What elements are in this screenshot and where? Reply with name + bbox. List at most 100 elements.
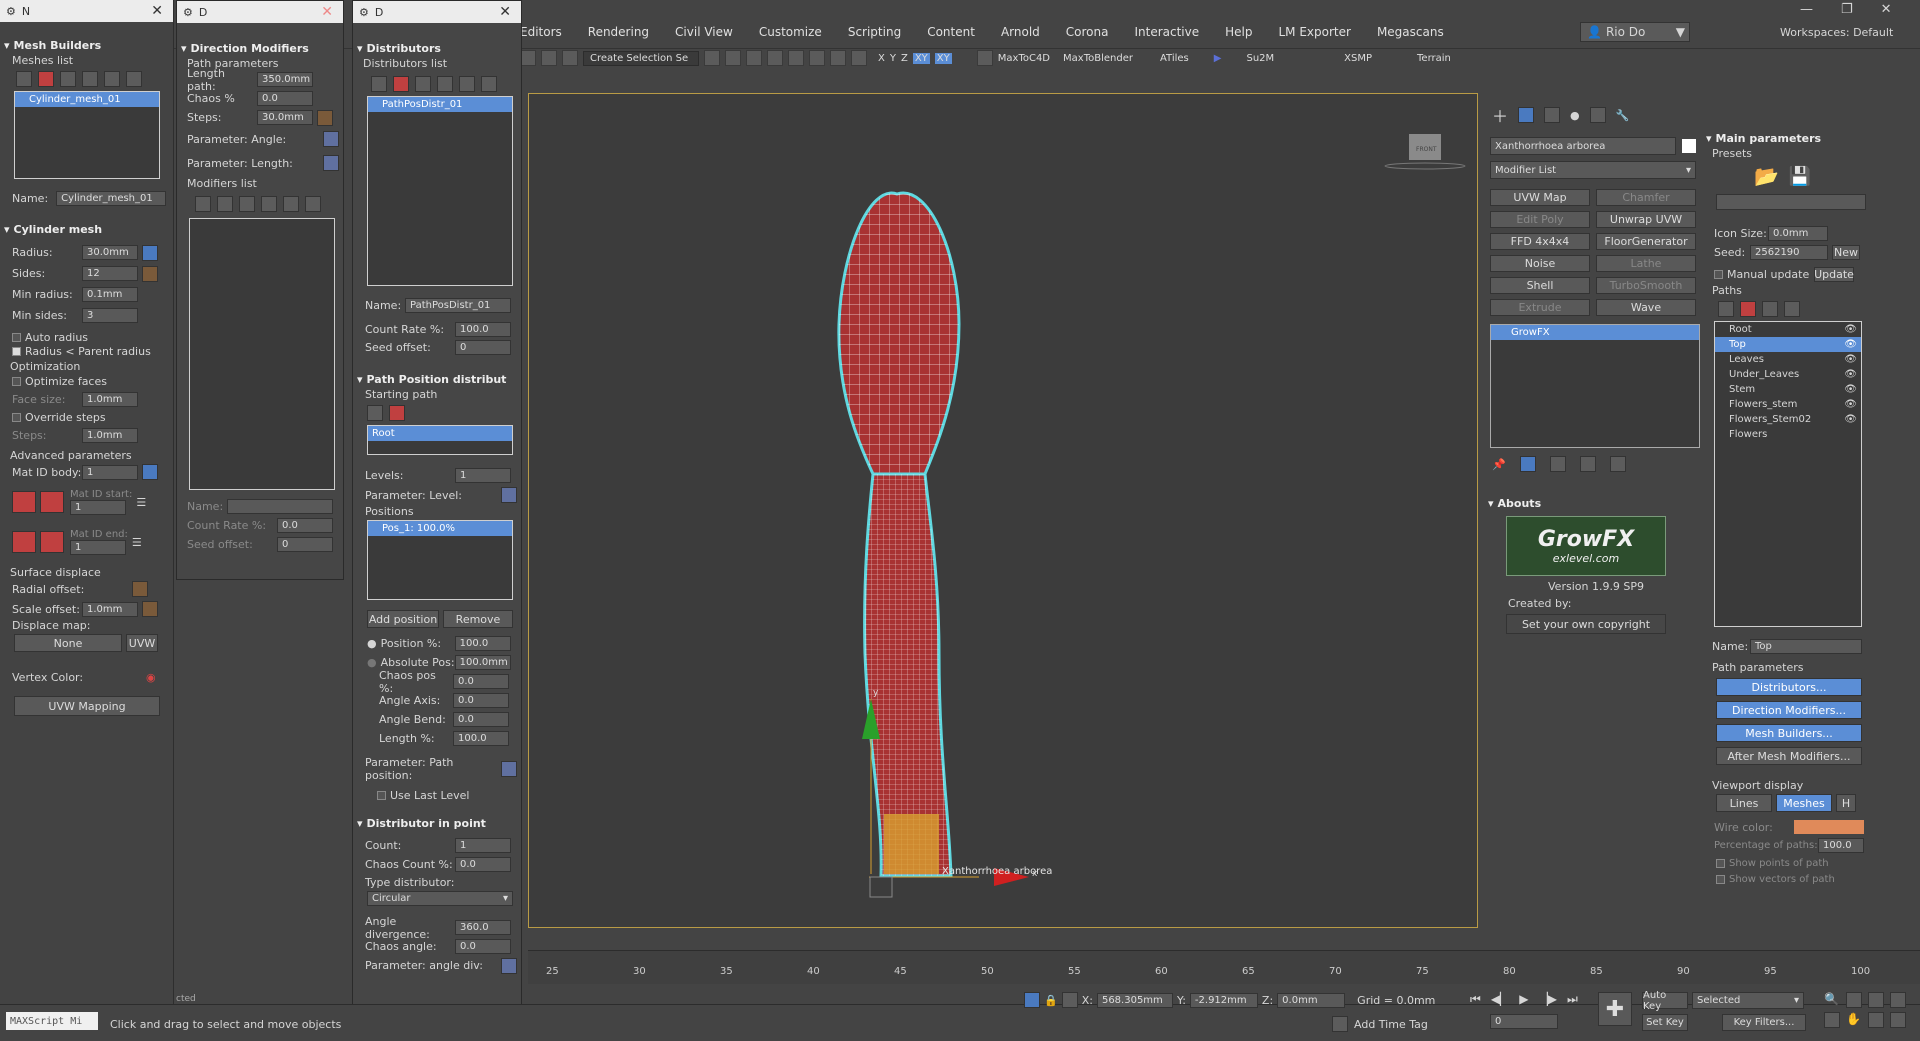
list-item[interactable]: Pos_1: 100.0%: [368, 521, 512, 536]
noise-button[interactable]: Noise: [1490, 255, 1590, 272]
go-to-start-icon[interactable]: ⏮: [1470, 992, 1481, 1007]
extrude-icon[interactable]: [976, 50, 993, 66]
angle-snap-icon[interactable]: [541, 50, 557, 66]
render-setup-icon[interactable]: [809, 50, 825, 66]
manual-update-checkbox[interactable]: Manual update: [1714, 268, 1814, 281]
link-icon[interactable]: [481, 76, 497, 92]
cap-start-icon[interactable]: [12, 491, 36, 513]
section-distributors[interactable]: ▾ Distributors: [353, 39, 521, 57]
field-of-view-icon[interactable]: [1824, 1012, 1840, 1028]
length-path-field[interactable]: 350.0mm: [257, 72, 313, 87]
plugin-xsmp[interactable]: XSMP: [1344, 53, 1372, 64]
su2m-icon[interactable]: ▶: [1214, 53, 1222, 64]
go-to-end-icon[interactable]: ⏭: [1567, 992, 1578, 1007]
icon-size-field[interactable]: 0.0mm: [1768, 226, 1828, 241]
menu-megascans[interactable]: Megascans: [1377, 25, 1444, 39]
remove-modifier-icon[interactable]: [1579, 456, 1596, 472]
lock-icon[interactable]: 🔒: [1044, 994, 1058, 1007]
motion-tab-icon[interactable]: ●: [1570, 109, 1580, 122]
floor-generator-button[interactable]: FloorGenerator: [1596, 233, 1696, 250]
positions-list[interactable]: Pos_1: 100.0%: [367, 520, 513, 600]
add-icon[interactable]: [371, 76, 387, 92]
zoom-icon[interactable]: 🔍: [1824, 992, 1844, 1008]
link-icon[interactable]: [126, 71, 142, 87]
unwrap-uvw-button[interactable]: Unwrap UVW: [1596, 211, 1696, 228]
edit-poly-button[interactable]: Edit Poly: [1490, 211, 1590, 228]
seed-field[interactable]: 2562190: [1750, 245, 1828, 260]
modifiers-list[interactable]: [189, 218, 335, 490]
copy-icon[interactable]: [415, 76, 431, 92]
add-position-button[interactable]: Add position: [367, 610, 439, 628]
h-button[interactable]: H: [1836, 794, 1856, 812]
delete-path-icon[interactable]: [389, 405, 405, 421]
plugin-atiles[interactable]: ATiles: [1160, 53, 1189, 64]
chaos-angle-field[interactable]: 0.0: [455, 939, 511, 954]
paths-list[interactable]: Root 👁 Top 👁 Leaves 👁 Under_Leaves 👁 Stem 👁 F…: [1714, 321, 1862, 627]
paste-icon[interactable]: [261, 196, 277, 212]
show-vectors-checkbox[interactable]: Show vectors of path: [1702, 871, 1920, 887]
section-direction-modifiers[interactable]: ▾ Direction Modifiers: [177, 39, 343, 57]
object-name-field[interactable]: Xanthorrhoea arborea: [1490, 137, 1676, 155]
face-size-field[interactable]: 1.0mm: [82, 391, 138, 407]
count-rate-field[interactable]: 0.0: [277, 518, 333, 533]
add-time-tag[interactable]: Add Time Tag: [1332, 1016, 1428, 1032]
paste-icon[interactable]: [437, 76, 453, 92]
curve-icon[interactable]: [142, 244, 158, 261]
steps-field[interactable]: 1.0mm: [82, 427, 138, 443]
render-icon[interactable]: [851, 50, 867, 66]
hierarchy-tab-icon[interactable]: [1544, 107, 1561, 123]
delete-icon[interactable]: [38, 71, 54, 87]
path-item-leaves[interactable]: Leaves 👁: [1715, 352, 1861, 367]
use-last-level-checkbox[interactable]: Use Last Level: [353, 786, 521, 804]
menu-scripting[interactable]: Scripting: [848, 25, 901, 39]
menu-rendering[interactable]: Rendering: [588, 25, 649, 39]
path-item-flowers-stem[interactable]: Flowers_stem 👁: [1715, 397, 1861, 412]
mat-end-field[interactable]: 1: [70, 540, 126, 555]
path-item-root[interactable]: Root 👁: [1715, 322, 1861, 337]
count-rate-field[interactable]: 100.0: [455, 321, 511, 337]
steps-field[interactable]: 30.0mm: [257, 110, 313, 125]
list-item[interactable]: Cylinder_mesh_01: [15, 92, 159, 107]
radius-field[interactable]: 30.0mm: [82, 245, 138, 260]
eye-icon[interactable]: 👁: [1844, 354, 1857, 365]
zoom-all-icon[interactable]: [1846, 992, 1862, 1008]
update-button[interactable]: Update: [1814, 266, 1854, 282]
paste-path-icon[interactable]: [1784, 301, 1800, 317]
instance-icon[interactable]: [459, 76, 475, 92]
min-sides-field[interactable]: 3: [82, 308, 138, 323]
close-icon[interactable]: ✕: [499, 4, 511, 20]
vertex-color-icon[interactable]: ◉: [146, 671, 156, 684]
orbit-icon[interactable]: [1868, 1012, 1884, 1028]
link-icon[interactable]: [305, 196, 321, 212]
shell-button[interactable]: Shell: [1490, 277, 1590, 294]
x-coord-field[interactable]: 568.305mm: [1096, 992, 1173, 1008]
axis-y-button[interactable]: Y: [890, 53, 896, 64]
percent-snap-icon[interactable]: [562, 50, 578, 66]
next-frame-icon[interactable]: ▕▶: [1539, 992, 1557, 1007]
lathe-button[interactable]: Lathe: [1596, 255, 1696, 272]
set-key-button[interactable]: Set Key: [1642, 1014, 1688, 1031]
wire-color-swatch[interactable]: [1794, 820, 1864, 834]
eye-icon[interactable]: 👁: [1844, 339, 1857, 350]
type-distributor-dropdown[interactable]: Circular ▾: [367, 891, 513, 906]
path-name-field[interactable]: Top: [1750, 638, 1862, 654]
steps-graph-icon[interactable]: [317, 109, 333, 126]
delete-icon[interactable]: [393, 76, 409, 92]
play-icon[interactable]: ▶: [1519, 992, 1528, 1007]
percentage-paths-field[interactable]: 100.0: [1818, 838, 1864, 853]
cap-end-icon[interactable]: [12, 531, 36, 553]
menu-civil-view[interactable]: Civil View: [675, 25, 733, 39]
auto-key-button[interactable]: Auto Key: [1642, 990, 1688, 1012]
length-percent-field[interactable]: 100.0: [453, 731, 509, 746]
copy-path-icon[interactable]: [1762, 301, 1778, 317]
maximize-viewport-icon[interactable]: [1890, 1012, 1906, 1028]
menu-lm-exporter[interactable]: LM Exporter: [1278, 25, 1350, 39]
seed-offset-field[interactable]: 0: [455, 339, 511, 355]
close-icon[interactable]: ✕: [321, 4, 333, 20]
eye-icon[interactable]: 👁: [1844, 399, 1857, 410]
distributor-name-field[interactable]: PathPosDistr_01: [405, 297, 511, 313]
distributors-button[interactable]: Distributors...: [1716, 678, 1862, 696]
modifier-list-dropdown[interactable]: Modifier List ▾: [1490, 161, 1696, 179]
scene-explorer-icon[interactable]: [767, 50, 783, 66]
plugin-maxtoblender[interactable]: MaxToBlender: [1063, 53, 1133, 64]
